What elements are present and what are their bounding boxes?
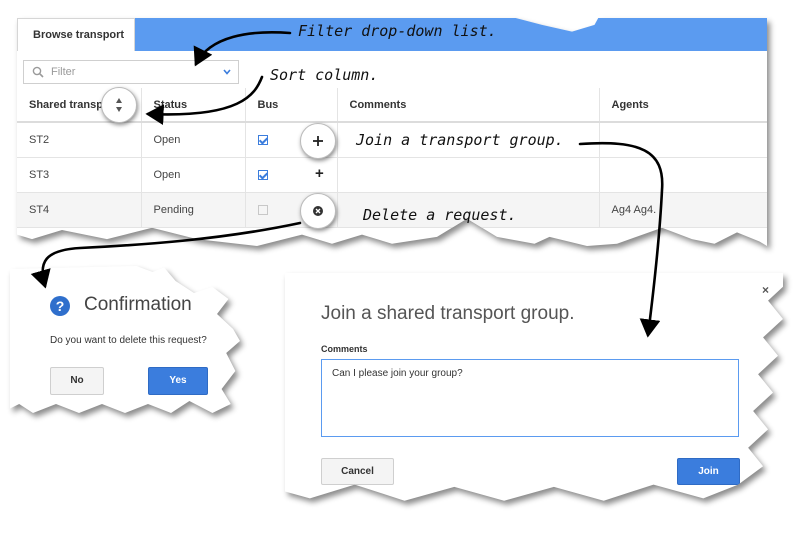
sort-arrow (145, 75, 264, 126)
callout-arrows (30, 31, 664, 338)
callout-sort: Sort column. (270, 66, 379, 84)
callout-delete: Delete a request. (363, 206, 517, 224)
callout-join: Join a transport group. (356, 131, 564, 149)
callout-filter: Filter drop-down list. (298, 22, 497, 40)
join-arrow (578, 141, 664, 338)
delete-arrow (30, 221, 302, 289)
filter-arrow (193, 31, 292, 67)
